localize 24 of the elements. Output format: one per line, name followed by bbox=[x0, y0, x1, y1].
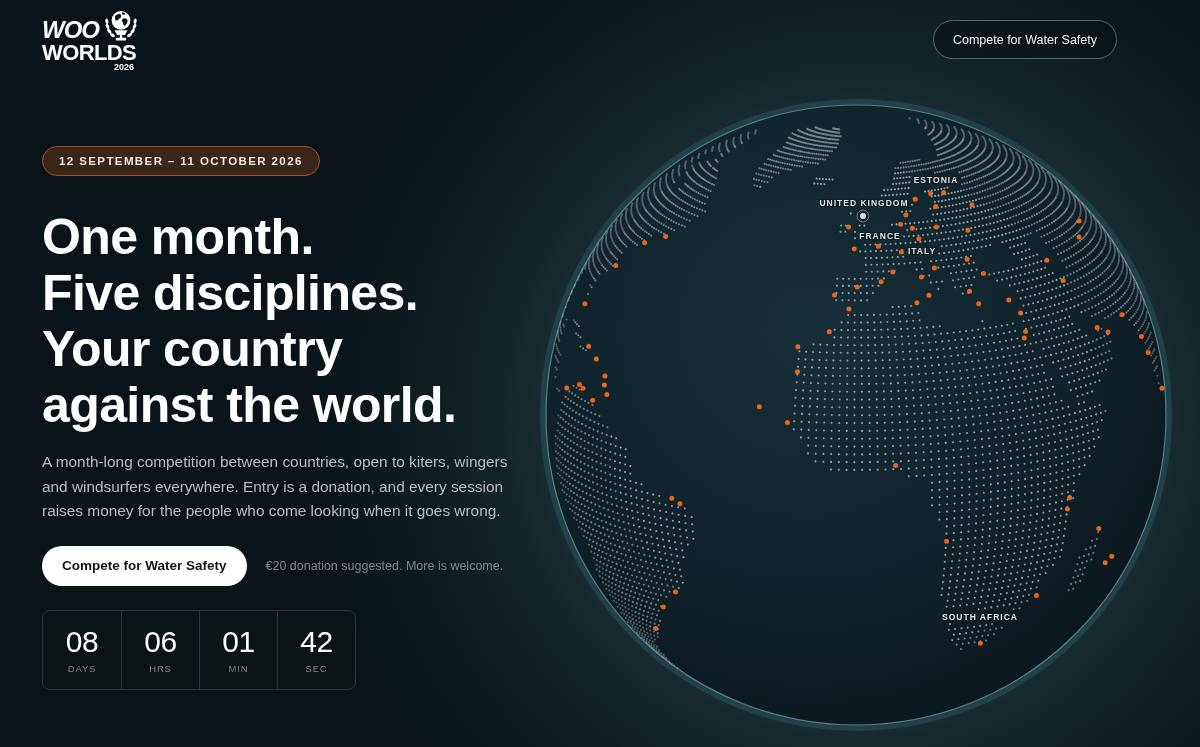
donation-note: €20 donation suggested. More is welcome. bbox=[265, 558, 504, 573]
selected-location-icon[interactable] bbox=[856, 209, 870, 223]
countdown-unit: DAYS bbox=[67, 662, 97, 674]
logo-title: WORLDS bbox=[42, 42, 138, 63]
compete-button[interactable]: Compete for Water Safety bbox=[932, 20, 1117, 59]
country-label: ITALY bbox=[907, 246, 937, 256]
logo-wordmark: WOO bbox=[42, 18, 99, 42]
country-label: SOUTH AFRICA bbox=[942, 612, 1018, 622]
compete-button[interactable]: Compete for Water Safety bbox=[42, 545, 247, 586]
date-badge: 12 SEPTEMBER – 11 OCTOBER 2026 bbox=[42, 146, 320, 176]
countdown-value: 01 bbox=[222, 625, 255, 658]
description: A month-long competition between countries, open to kiters, wingers and windsurfers everywhere. Entry is a donation, and every session raises money for the people who come looking when it goes wrong. bbox=[42, 452, 509, 521]
countdown-value: 42 bbox=[300, 625, 333, 658]
country-label: FRANCE bbox=[859, 231, 901, 241]
countdown-unit: MIN bbox=[228, 662, 249, 674]
countdown-value: 08 bbox=[65, 625, 99, 658]
logo-year: 2026 bbox=[113, 63, 134, 72]
countdown-unit: HRS bbox=[149, 662, 172, 674]
headline: One month. Five disciplines. Your country against the world. bbox=[42, 209, 457, 433]
country-label: ESTONIA bbox=[913, 175, 959, 185]
countdown-value: 06 bbox=[144, 625, 177, 658]
trophy-globe-icon bbox=[102, 10, 140, 42]
countdown-unit: SEC bbox=[305, 662, 328, 674]
country-label: UNITED KINGDOM bbox=[819, 198, 909, 208]
